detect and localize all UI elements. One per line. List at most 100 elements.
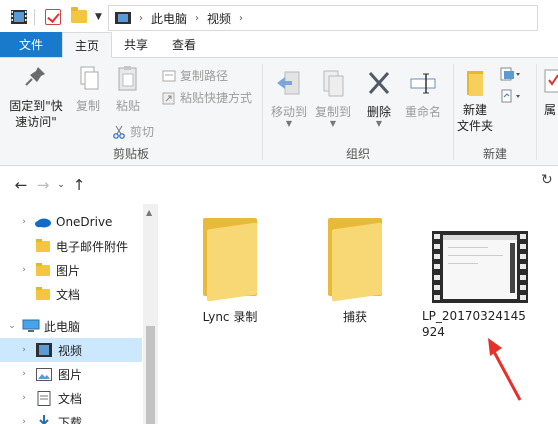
- nav-item-pictures[interactable]: › 图片: [0, 362, 142, 386]
- nav-item-label: 下载: [58, 415, 83, 424]
- new-folder-quick-icon[interactable]: [71, 7, 87, 23]
- cut-button[interactable]: 剪切: [112, 123, 154, 140]
- paste-shortcut-label: 粘贴快捷方式: [180, 91, 253, 105]
- nav-item-documents[interactable]: › 文档: [0, 386, 142, 410]
- list-item[interactable]: Lync 录制: [180, 218, 280, 325]
- group-divider: [536, 64, 537, 160]
- annotation-arrow-icon: [488, 338, 522, 401]
- nav-item-label: 图片: [56, 263, 81, 278]
- new-group-label: 新建: [482, 147, 507, 161]
- properties-button[interactable]: 属: [542, 66, 558, 118]
- refresh-icon[interactable]: ↻: [541, 172, 553, 188]
- nav-item-videos[interactable]: › 视频: [0, 338, 142, 362]
- expand-chevron-icon[interactable]: ›: [18, 265, 30, 275]
- easy-access-button[interactable]: [500, 88, 522, 104]
- copy-to-icon: [323, 70, 344, 97]
- move-to-button[interactable]: 移动到 ▼: [267, 68, 311, 128]
- new-item-button[interactable]: [500, 66, 522, 82]
- collapse-chevron-icon[interactable]: ›: [18, 217, 30, 227]
- copy-icon: [80, 66, 99, 90]
- move-to-icon: [277, 71, 300, 95]
- expand-chevron-icon[interactable]: ›: [18, 417, 30, 424]
- pin-quick-access-button[interactable]: 固定到"快 速访问": [6, 64, 66, 130]
- pin-label-line1: 固定到"快: [9, 99, 63, 113]
- nav-item-onedrive-pictures[interactable]: › 图片: [0, 258, 142, 282]
- item-name: 捕获: [342, 310, 367, 324]
- organize-group-label: 组织: [345, 147, 370, 161]
- copy-path-icon: [162, 70, 176, 81]
- address-bar[interactable]: › 此电脑 › 视频 ›: [108, 5, 538, 31]
- tab-home[interactable]: 主页: [62, 32, 113, 58]
- document-icon: [37, 390, 51, 406]
- tab-share[interactable]: 共享: [112, 32, 160, 57]
- delete-label: 删除: [366, 105, 391, 119]
- expand-chevron-icon[interactable]: ›: [18, 345, 30, 355]
- expand-chevron-icon[interactable]: ›: [18, 369, 30, 379]
- breadcrumb-this-pc[interactable]: 此电脑: [151, 10, 187, 27]
- breadcrumb-videos[interactable]: 视频: [207, 10, 231, 27]
- video-frame: [443, 235, 517, 299]
- breadcrumb-chevron-icon[interactable]: ›: [195, 13, 199, 24]
- delete-button[interactable]: 删除 ▼: [361, 68, 397, 128]
- breadcrumb-chevron-icon[interactable]: ›: [139, 13, 143, 24]
- navpane-scrollbar[interactable]: ▲: [143, 204, 158, 424]
- navigation-pane: › OneDrive 电子邮件附件 › 图片 文档 ⌄ 此电脑 › 视频 › 图…: [0, 204, 160, 424]
- scissors-icon: [113, 125, 125, 139]
- scrollbar-thumb[interactable]: [146, 326, 155, 424]
- nav-item-email-attachments[interactable]: 电子邮件附件: [0, 234, 142, 258]
- tab-file[interactable]: 文件: [0, 32, 62, 57]
- clipboard-group: 固定到"快 速访问" 复制 粘贴 复制路径 粘贴快捷方式 剪切 剪贴板: [0, 58, 262, 166]
- new-folder-label-line2: 文件夹: [456, 119, 493, 133]
- delete-dropdown-icon: ▼: [375, 119, 383, 128]
- navigation-bar: ← → ⌄ ↑: [0, 167, 558, 203]
- rename-label: 重命名: [404, 105, 441, 119]
- scroll-up-icon[interactable]: ▲: [146, 208, 152, 217]
- customize-quick-access-chevron-icon[interactable]: ▼: [95, 12, 102, 22]
- properties-icon: [544, 69, 558, 93]
- computer-icon: [22, 319, 40, 332]
- copy-label: 复制: [75, 99, 100, 113]
- copy-path-label: 复制路径: [180, 69, 229, 83]
- expand-chevron-icon[interactable]: ›: [18, 393, 30, 403]
- rename-button[interactable]: 重命名: [401, 68, 445, 120]
- new-folder-button[interactable]: 新建 文件夹: [454, 66, 496, 134]
- organize-group: 移动到 ▼ 复制到 ▼ 删除 ▼ 重命名 组织: [263, 58, 453, 166]
- video-location-icon: [115, 12, 131, 24]
- properties-quick-icon[interactable]: [45, 8, 61, 25]
- paste-button[interactable]: 粘贴: [108, 64, 148, 114]
- back-arrow-icon[interactable]: ←: [10, 176, 32, 194]
- copy-button[interactable]: 复制: [70, 64, 106, 114]
- copy-path-button[interactable]: 复制路径: [162, 67, 228, 84]
- recent-locations-chevron-icon[interactable]: ⌄: [54, 180, 68, 190]
- video-folder-icon: [11, 9, 27, 24]
- nav-item-this-pc[interactable]: ⌄ 此电脑: [0, 314, 142, 338]
- folder-icon: [36, 286, 50, 300]
- download-icon: [39, 415, 49, 424]
- ribbon-tabs: 文件 主页 共享 查看: [0, 32, 558, 58]
- nav-item-label: OneDrive: [56, 215, 113, 229]
- new-item-icon: [500, 67, 520, 81]
- video-thumbnail-icon[interactable]: [432, 231, 528, 303]
- nav-item-onedrive-documents[interactable]: 文档: [0, 282, 142, 306]
- up-arrow-icon[interactable]: ↑: [68, 176, 90, 194]
- cloud-icon: [35, 218, 51, 228]
- list-item[interactable]: 捕获: [305, 218, 405, 325]
- new-folder-label-line1: 新建: [462, 103, 487, 117]
- easy-access-icon: [501, 89, 520, 103]
- new-group: 新建 文件夹 新建: [454, 58, 536, 166]
- breadcrumb-chevron-icon[interactable]: ›: [239, 13, 243, 24]
- new-folder-icon: [467, 71, 483, 96]
- tab-view[interactable]: 查看: [160, 32, 208, 57]
- clipboard-group-label: 剪贴板: [112, 147, 149, 161]
- nav-item-downloads[interactable]: › 下载: [0, 410, 142, 424]
- nav-item-label: 文档: [56, 287, 81, 302]
- forward-arrow-icon[interactable]: →: [32, 176, 54, 194]
- rename-icon: [410, 73, 436, 94]
- folder-icon: [328, 218, 382, 302]
- paste-shortcut-button[interactable]: 粘贴快捷方式: [162, 89, 252, 106]
- copy-to-dropdown-icon: ▼: [329, 119, 337, 128]
- nav-item-onedrive[interactable]: › OneDrive: [0, 210, 142, 234]
- nav-item-label: 图片: [58, 367, 83, 382]
- copy-to-button[interactable]: 复制到 ▼: [311, 68, 355, 128]
- expanded-chevron-icon[interactable]: ⌄: [6, 321, 18, 331]
